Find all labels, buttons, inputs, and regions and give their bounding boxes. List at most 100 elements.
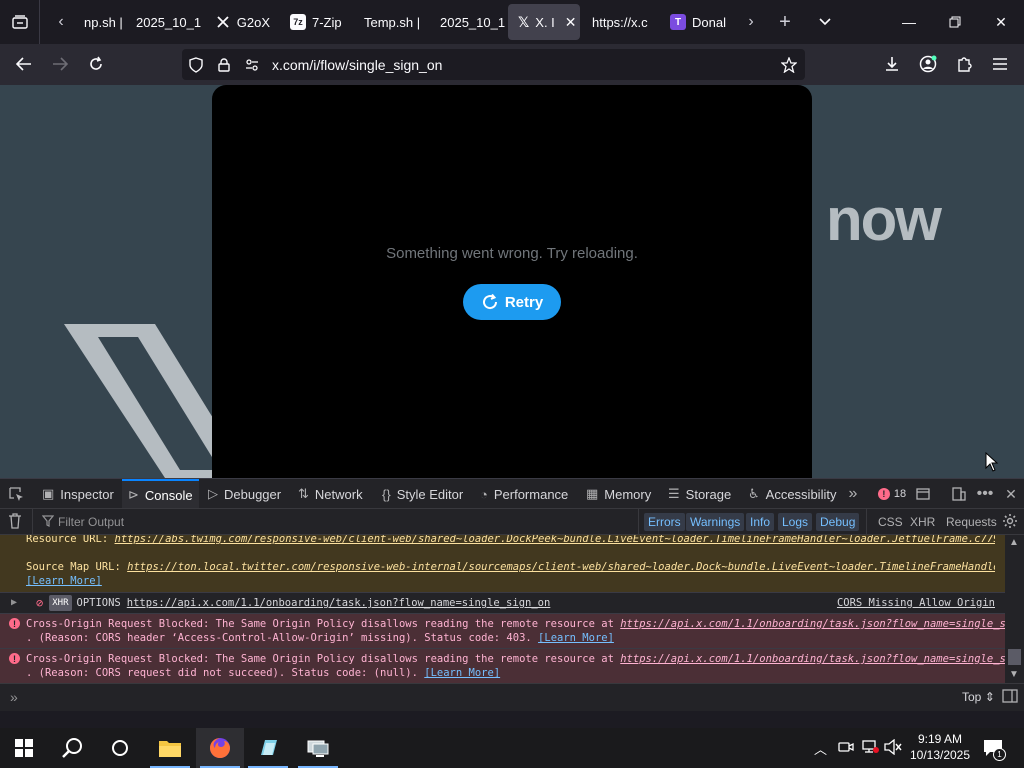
devtools-options-button[interactable]: ••• <box>972 479 998 509</box>
element-picker-button[interactable] <box>8 479 24 509</box>
action-center-button[interactable]: 1 <box>982 737 1006 761</box>
tracking-protection-shield-icon[interactable] <box>182 56 210 73</box>
devtools-tab-storage[interactable]: ☰ Storage <box>668 479 731 509</box>
expand-triangle-icon[interactable]: ▶ <box>11 596 17 610</box>
learn-more-link[interactable]: [Learn More] <box>26 575 102 587</box>
tab-4[interactable]: 7z 7-Zip <box>280 4 360 40</box>
filter-warnings-toggle[interactable]: Warnings <box>686 513 745 531</box>
list-all-tabs-button[interactable] <box>810 0 840 44</box>
close-devtools-button[interactable]: ✕ <box>998 479 1024 509</box>
back-button[interactable] <box>8 48 40 80</box>
tab-2[interactable]: 2025_10_1 <box>126 4 206 40</box>
sidebar-toggle-button[interactable] <box>1002 689 1018 706</box>
close-tab-icon[interactable]: ✕ <box>565 14 577 31</box>
debugger-icon: ▷ <box>208 486 218 501</box>
tab-6[interactable]: 2025_10_1 <box>430 4 508 40</box>
show-hidden-icons-button[interactable]: ︿ <box>814 739 827 758</box>
filter-css-toggle[interactable]: CSS <box>874 513 907 531</box>
inspector-icon: ▣ <box>42 486 55 501</box>
start-button[interactable] <box>0 728 48 768</box>
request-url-link[interactable]: https://api.x.com/1.1/onboarding/task.js… <box>127 596 551 610</box>
error-url-link[interactable]: https://api.x.com/1.1/onboarding/task.js… <box>620 618 1005 630</box>
tabs-scroll-right-button[interactable]: › <box>736 0 766 44</box>
tab-8[interactable]: https://x.c <box>582 4 662 40</box>
error-count-badge[interactable]: ! 18 <box>872 479 912 509</box>
page-permissions-icon[interactable] <box>238 58 266 71</box>
network-icon[interactable] <box>862 740 880 759</box>
devtools-tab-accessibility[interactable]: ♿ Accessibility <box>748 479 836 509</box>
new-tab-button[interactable]: + <box>770 0 800 44</box>
more-tools-button[interactable]: » <box>842 479 864 509</box>
devtools-tab-inspector[interactable]: ▣ Inspector <box>42 479 114 509</box>
scrollbar-thumb[interactable] <box>1008 649 1021 665</box>
filter-debug-toggle[interactable]: Debug <box>816 513 860 531</box>
style-editor-icon: {} <box>382 486 391 502</box>
responsive-mode-icon <box>952 487 966 501</box>
url-text[interactable]: x.com/i/flow/single_sign_on <box>272 57 773 73</box>
tab-overview-button[interactable] <box>0 0 40 44</box>
navigation-toolbar: x.com/i/flow/single_sign_on <box>0 44 1024 85</box>
forward-button[interactable] <box>44 48 76 80</box>
window-bottom-edge <box>0 711 1024 728</box>
restore-button[interactable] <box>932 0 978 44</box>
downloads-button[interactable] <box>876 48 908 80</box>
filter-errors-toggle[interactable]: Errors <box>644 513 685 531</box>
lock-icon[interactable] <box>210 57 238 72</box>
tab-7-active[interactable]: 𝕏 X. I ✕ <box>508 4 580 40</box>
minimize-button[interactable]: — <box>886 0 932 44</box>
devtools-tab-memory[interactable]: ▦ Memory <box>586 479 651 509</box>
filter-output-input[interactable]: Filter Output <box>58 515 124 529</box>
resource-url-link[interactable]: https://abs.twimg.com/responsive-web/cli… <box>115 535 995 545</box>
task-view-button[interactable] <box>96 728 144 768</box>
close-window-button[interactable]: ✕ <box>978 0 1024 44</box>
filter-logs-toggle[interactable]: Logs <box>778 513 813 531</box>
reload-button[interactable] <box>80 48 112 80</box>
responsive-design-mode-button[interactable] <box>946 479 972 509</box>
taskbar-firefox[interactable] <box>196 728 244 768</box>
learn-more-link[interactable]: [Learn More] <box>538 632 614 644</box>
console-xhr-message[interactable]: ▶ ⊘ XHR OPTIONS https://api.x.com/1.1/on… <box>0 592 1005 613</box>
scroll-up-icon[interactable]: ▲ <box>1009 537 1019 548</box>
filter-info-toggle[interactable]: Info <box>746 513 775 531</box>
tab-3[interactable]: G2oX <box>206 4 280 40</box>
meet-now-icon[interactable] <box>838 740 854 759</box>
app-menu-button[interactable] <box>984 48 1016 80</box>
tab-5[interactable]: Temp.sh | <box>354 4 434 40</box>
tab-label: 7-Zip <box>312 14 342 30</box>
taskbar-remote-desktop[interactable] <box>294 728 342 768</box>
toggle-split-console-button[interactable] <box>910 479 936 509</box>
clear-console-button[interactable] <box>8 513 22 532</box>
learn-more-link[interactable]: [Learn More] <box>424 667 500 679</box>
console-input-row[interactable]: » Top ⇕ <box>0 683 1024 711</box>
extensions-button[interactable] <box>948 48 980 80</box>
filter-requests-toggle[interactable]: Requests <box>942 513 1001 531</box>
taskbar-file-explorer[interactable] <box>146 728 194 768</box>
devtools-tab-style-editor[interactable]: {} Style Editor <box>382 479 463 509</box>
clock-date: 10/13/2025 <box>909 748 971 762</box>
source-map-url-link[interactable]: https://ton.local.twitter.com/responsive… <box>127 561 995 573</box>
devtools-tab-network[interactable]: ⇅ Network <box>298 479 363 509</box>
filter-xhr-toggle[interactable]: XHR <box>906 513 939 531</box>
volume-muted-icon[interactable] <box>884 738 902 760</box>
address-bar[interactable]: x.com/i/flow/single_sign_on <box>182 49 805 80</box>
folder-icon <box>159 741 181 757</box>
bookmark-star-icon[interactable] <box>773 56 805 73</box>
search-button[interactable] <box>48 728 96 768</box>
system-clock[interactable]: 9:19 AM 10/13/2025 <box>906 731 974 763</box>
tab-9[interactable]: T Donal <box>660 4 736 40</box>
console-settings-button[interactable] <box>1002 513 1018 532</box>
devtools-tab-performance[interactable]: ◔ Performance <box>480 479 568 509</box>
tabs-scroll-left-button[interactable]: ‹ <box>46 0 76 44</box>
taskbar-notepad[interactable] <box>244 728 292 768</box>
chevron-right-icon: › <box>748 13 754 30</box>
context-selector[interactable]: Top ⇕ <box>962 690 995 704</box>
devtools-tab-debugger[interactable]: ▷ Debugger <box>208 479 281 509</box>
cors-status-link[interactable]: CORS Missing Allow Origin <box>837 596 995 610</box>
console-scrollbar[interactable]: ▲ ▼ <box>1005 535 1024 683</box>
cortana-circle-icon <box>112 740 128 756</box>
account-button[interactable] <box>912 48 944 80</box>
error-url-link[interactable]: https://api.x.com/1.1/onboarding/task.js… <box>620 653 1005 665</box>
retry-button[interactable]: Retry <box>463 284 561 320</box>
devtools-tab-console[interactable]: ⊳ Console <box>122 479 199 509</box>
scroll-down-icon[interactable]: ▼ <box>1009 669 1019 680</box>
